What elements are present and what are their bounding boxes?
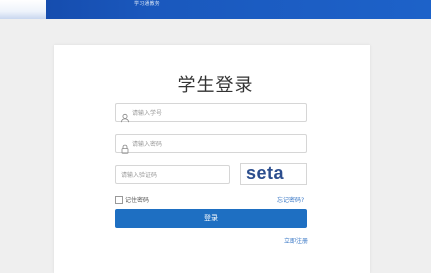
register-link[interactable]: 立即注册 [284,236,308,245]
captcha-text: seta [246,163,285,183]
username-placeholder: 请输入学号 [132,110,163,117]
forgot-password-link[interactable]: 忘记密码? [277,195,304,204]
logo-text: 学习通教务 [134,1,161,7]
captcha-placeholder: 请输入验证码 [121,172,158,179]
remember-checkbox[interactable] [115,196,123,204]
password-field[interactable]: 请输入密码 [115,134,307,154]
password-placeholder: 请输入密码 [132,141,163,148]
top-banner: 学习通教务 [0,0,431,19]
login-button[interactable]: 登录 [115,209,307,228]
username-field[interactable]: 请输入学号 [115,103,307,123]
page-title: 学生登录 [177,75,254,96]
captcha-image[interactable]: seta [240,163,307,185]
captcha-field[interactable]: 请输入验证码 [115,165,230,184]
lock-icon [120,139,130,154]
logo [0,0,46,19]
remember-label: 记住密码 [125,197,150,204]
user-icon [120,108,130,123]
